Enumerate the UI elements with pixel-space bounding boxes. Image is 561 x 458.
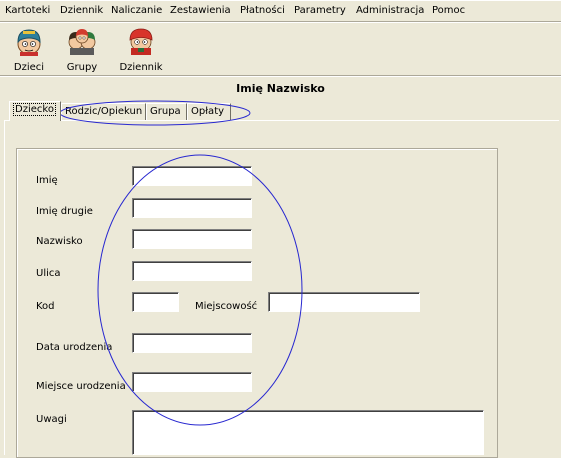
birth-place-field[interactable]	[132, 372, 252, 392]
record-title: Imię Nazwisko	[236, 82, 325, 95]
toolbar-button-dziennik[interactable]: Dziennik	[114, 26, 168, 74]
birth-date-field[interactable]	[132, 333, 252, 353]
menu-platnosci[interactable]: Płatności	[240, 5, 285, 16]
label-street: Ulica	[36, 268, 61, 279]
tab-label-rodzic-opiekun: Rodzic/Opiekun	[65, 106, 143, 117]
toolbar-label-grupy: Grupy	[66, 62, 98, 73]
journal-character-icon	[129, 28, 153, 55]
toolbar-separator	[0, 21, 561, 23]
menu-administracja[interactable]: Administracja	[356, 5, 424, 16]
tab-rodzic-opiekun[interactable]: Rodzic/Opiekun	[61, 103, 146, 120]
menu-zestawienia[interactable]: Zestawienia	[170, 5, 231, 16]
label-postal-code: Kod	[36, 301, 55, 312]
tab-grupa[interactable]: Grupa	[146, 103, 187, 120]
child-face-icon	[17, 29, 41, 56]
menu-kartoteki[interactable]: Kartoteki	[5, 5, 50, 16]
label-birth-date: Data urodzenia	[36, 342, 113, 353]
menu-pomoc[interactable]: Pomoc	[432, 5, 465, 16]
tab-oplaty[interactable]: Opłaty	[187, 103, 231, 120]
toolbar-button-dzieci[interactable]: Dzieci	[4, 26, 54, 74]
toolbar-label-dzieci: Dzieci	[13, 62, 45, 73]
menu-parametry[interactable]: Parametry	[294, 5, 346, 16]
toolbar-bottom-edge	[0, 75, 561, 77]
label-city: Miejscowość	[195, 301, 258, 312]
menu-bar: Kartoteki Dziennik Naliczanie Zestawieni…	[0, 1, 561, 20]
tab-label-grupa: Grupa	[150, 106, 181, 117]
group-faces-icon	[68, 29, 96, 55]
toolbar-button-grupy[interactable]: Grupy	[57, 26, 107, 74]
last-name-field[interactable]	[132, 229, 252, 249]
label-first-name: Imię	[36, 175, 58, 186]
notes-field[interactable]	[132, 410, 484, 455]
tab-label-oplaty: Opłaty	[191, 106, 225, 117]
tab-dziecko[interactable]: Dziecko	[9, 101, 61, 121]
label-notes: Uwagi	[36, 414, 67, 425]
menu-dziennik[interactable]: Dziennik	[60, 5, 103, 16]
city-field[interactable]	[268, 292, 420, 312]
middle-name-field[interactable]	[132, 198, 252, 218]
menu-naliczanie[interactable]: Naliczanie	[111, 5, 162, 16]
label-last-name: Nazwisko	[36, 236, 83, 247]
toolbar-label-dziennik: Dziennik	[119, 62, 163, 73]
label-birth-place: Miejsce urodzenia	[36, 381, 126, 392]
first-name-field[interactable]	[132, 166, 252, 186]
tab-label-dziecko: Dziecko	[13, 103, 56, 116]
label-middle-name: Imię drugie	[36, 206, 93, 217]
postal-code-field[interactable]	[132, 292, 179, 312]
street-field[interactable]	[132, 261, 252, 281]
